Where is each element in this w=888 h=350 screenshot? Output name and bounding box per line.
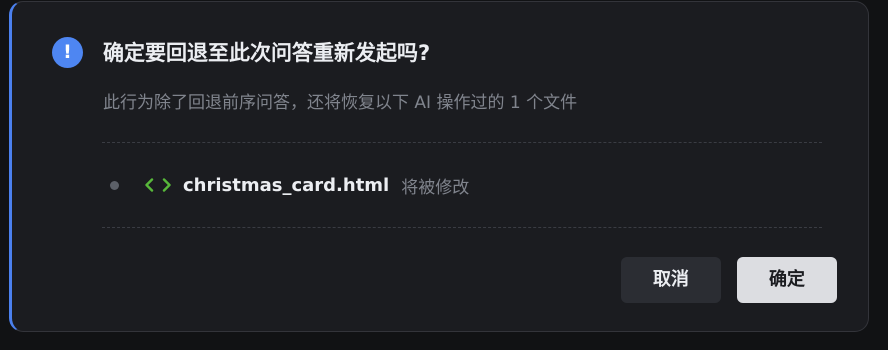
dialog-description: 此行为除了回退前序问答，还将恢复以下 AI 操作过的 1 个文件 xyxy=(103,93,578,113)
divider-top xyxy=(102,142,822,143)
dialog-title: 确定要回退至此次问答重新发起吗? xyxy=(103,41,431,65)
confirm-button[interactable]: 确定 xyxy=(737,257,837,303)
code-brackets-icon xyxy=(145,178,171,192)
bullet-dot xyxy=(110,180,119,190)
file-status: 将被修改 xyxy=(401,177,470,198)
cancel-button[interactable]: 取消 xyxy=(621,257,721,303)
revert-confirm-dialog: ! 确定要回退至此次问答重新发起吗? 此行为除了回退前序问答，还将恢复以下 AI… xyxy=(9,1,869,332)
info-alert-icon: ! xyxy=(52,37,83,68)
file-name: christmas_card.html xyxy=(183,174,390,196)
divider-bottom xyxy=(102,227,822,228)
file-list-item: christmas_card.html 将被修改 xyxy=(110,170,469,200)
